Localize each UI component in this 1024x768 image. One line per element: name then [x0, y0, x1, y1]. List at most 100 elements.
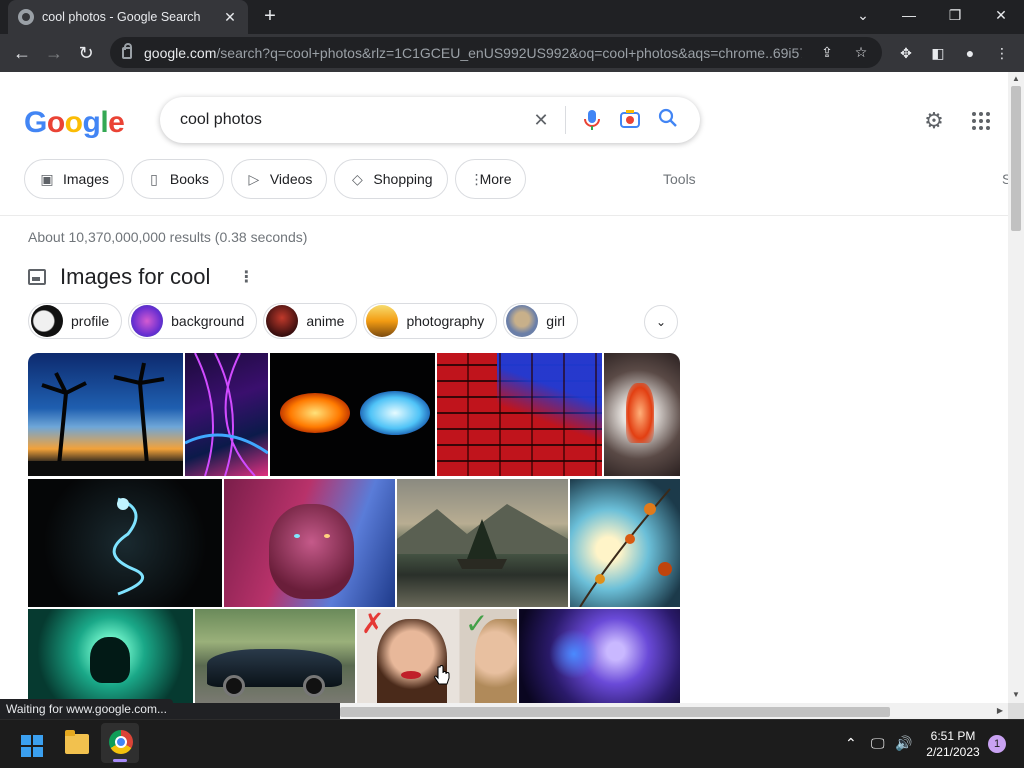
- logo-letter: g: [82, 106, 101, 139]
- forward-button[interactable]: →: [40, 39, 68, 67]
- extensions-puzzle-icon[interactable]: ✥: [896, 43, 916, 63]
- clear-icon[interactable]: ✕: [529, 108, 553, 132]
- image-result-neon-dragon[interactable]: [28, 479, 222, 607]
- window-close-button[interactable]: ✕: [978, 0, 1024, 30]
- image-result-neon-lines[interactable]: [185, 353, 268, 476]
- side-panel-icon[interactable]: ◧: [928, 43, 948, 63]
- tab-strip: cool photos - Google Search ✕ + ⌄ — ❐ ✕: [0, 0, 1024, 34]
- image-icon: [28, 269, 46, 285]
- search-results-page: Google ✕ ⚙ ▣ Images ▯ Books ▷ Videos ◇ Shopp…: [0, 72, 1008, 703]
- horizontal-scrollbar[interactable]: ▶: [340, 703, 1008, 719]
- filter-more[interactable]: ⋮ More: [454, 159, 527, 199]
- notification-badge[interactable]: 1: [988, 735, 1006, 753]
- address-bar[interactable]: google.com/search?q=cool+photos&rlz=1C1G…: [110, 37, 882, 68]
- filter-label: Books: [169, 171, 209, 187]
- restore-button[interactable]: ❐: [932, 0, 978, 30]
- image-result-green-skull[interactable]: [28, 609, 193, 703]
- logo-letter: G: [24, 106, 47, 139]
- refine-thumbnail: [506, 305, 539, 337]
- filter-label: Shopping: [373, 171, 433, 187]
- image-result-lake-island[interactable]: [397, 479, 568, 607]
- refine-thumbnail: [366, 305, 399, 337]
- refine-label: profile: [71, 313, 110, 329]
- scrollbar-thumb[interactable]: [340, 707, 890, 717]
- images-section-header: Images for cool ⋮: [28, 264, 254, 290]
- refine-background[interactable]: background: [128, 303, 258, 339]
- image-icon: ▣: [40, 171, 54, 187]
- microphone-icon[interactable]: [580, 108, 604, 132]
- chrome-menu-icon[interactable]: ⋮: [992, 43, 1012, 63]
- minimize-button[interactable]: —: [886, 0, 932, 30]
- refine-photography[interactable]: photography: [363, 303, 498, 339]
- filter-images[interactable]: ▣ Images: [24, 159, 124, 199]
- expand-chevron-icon[interactable]: ⌄: [644, 305, 678, 339]
- image-result-purple-abstract[interactable]: [519, 609, 680, 703]
- image-result-smoke-figure[interactable]: [604, 353, 680, 476]
- filter-label: Images: [63, 171, 109, 187]
- image-result-fire-ice-fists[interactable]: [270, 353, 435, 476]
- scroll-right-arrow-icon[interactable]: ▶: [992, 703, 1008, 719]
- hand-cursor-icon: [434, 665, 450, 685]
- network-icon[interactable]: 🖵: [871, 735, 885, 752]
- clock-date: 2/21/2023: [926, 745, 980, 759]
- tag-icon: ◇: [352, 171, 363, 187]
- chevron-up-icon[interactable]: ⌃: [845, 735, 857, 752]
- image-result-wolf[interactable]: [224, 479, 395, 607]
- image-result-palm-sunset[interactable]: [28, 353, 183, 476]
- search-icon[interactable]: [656, 108, 680, 132]
- refine-girl[interactable]: girl: [503, 303, 578, 339]
- clock-time: 6:51 PM: [930, 729, 976, 743]
- divider: [565, 106, 566, 134]
- image-result-brick-wall[interactable]: [437, 353, 602, 476]
- tab-search-icon[interactable]: ⌄: [840, 0, 886, 30]
- lock-icon[interactable]: [122, 42, 132, 59]
- search-filters: ▣ Images ▯ Books ▷ Videos ◇ Shopping ⋮ More: [24, 159, 527, 199]
- refine-anime[interactable]: anime: [263, 303, 358, 339]
- bookmark-star-icon[interactable]: ☆: [852, 44, 870, 61]
- image-result-sports-car[interactable]: [195, 609, 355, 703]
- logo-letter: o: [46, 106, 65, 139]
- scroll-down-arrow-icon[interactable]: ▼: [1008, 688, 1024, 702]
- settings-gear-icon[interactable]: ⚙: [922, 109, 946, 133]
- vertical-scrollbar[interactable]: ▲ ▼: [1008, 72, 1024, 703]
- logo-letter: o: [64, 106, 83, 139]
- system-clock[interactable]: 6:51 PM 2/21/2023: [918, 728, 988, 760]
- image-result-portrait-comparison[interactable]: ✗ ✓: [357, 609, 517, 703]
- search-input[interactable]: [180, 111, 515, 129]
- refine-thumbnail: [266, 305, 299, 337]
- globe-icon: [18, 9, 34, 25]
- more-options-icon[interactable]: ⋮: [238, 267, 254, 287]
- chrome-taskbar-button[interactable]: [101, 723, 139, 763]
- scroll-up-arrow-icon[interactable]: ▲: [1008, 72, 1024, 86]
- more-vert-icon: ⋮: [469, 171, 484, 187]
- volume-icon[interactable]: 🔊: [895, 735, 912, 752]
- tab-close-icon[interactable]: ✕: [222, 9, 238, 26]
- scroll-corner: [1008, 703, 1024, 719]
- windows-start-icon[interactable]: [21, 735, 43, 757]
- filter-videos[interactable]: ▷ Videos: [230, 159, 328, 199]
- camera-lens-icon[interactable]: [618, 108, 642, 132]
- new-tab-button[interactable]: +: [258, 4, 282, 28]
- filter-shopping[interactable]: ◇ Shopping: [334, 159, 448, 199]
- refine-thumbnail: [31, 305, 63, 337]
- browser-tab[interactable]: cool photos - Google Search ✕: [8, 0, 248, 34]
- images-heading[interactable]: Images for cool: [60, 264, 210, 290]
- profile-avatar-icon[interactable]: ●: [960, 43, 980, 63]
- apps-grid-icon[interactable]: [970, 110, 992, 132]
- refine-profile[interactable]: profile: [28, 303, 123, 339]
- file-explorer-icon[interactable]: [65, 730, 89, 754]
- google-logo[interactable]: Google: [24, 106, 125, 140]
- image-result-autumn-leaves[interactable]: [570, 479, 680, 607]
- search-box[interactable]: ✕: [160, 97, 700, 143]
- url-text[interactable]: google.com/search?q=cool+photos&rlz=1C1G…: [144, 45, 802, 61]
- logo-letter: e: [108, 106, 125, 139]
- tools-button[interactable]: Tools: [663, 171, 696, 187]
- scrollbar-thumb[interactable]: [1011, 86, 1021, 231]
- back-button[interactable]: ←: [8, 39, 36, 67]
- share-icon[interactable]: ⇪: [818, 44, 836, 61]
- refine-label: photography: [406, 313, 485, 329]
- filter-books[interactable]: ▯ Books: [130, 159, 224, 199]
- result-stats: About 10,370,000,000 results (0.38 secon…: [28, 229, 308, 245]
- reload-button[interactable]: ↻: [72, 39, 100, 67]
- reject-x-icon: ✗: [361, 609, 385, 639]
